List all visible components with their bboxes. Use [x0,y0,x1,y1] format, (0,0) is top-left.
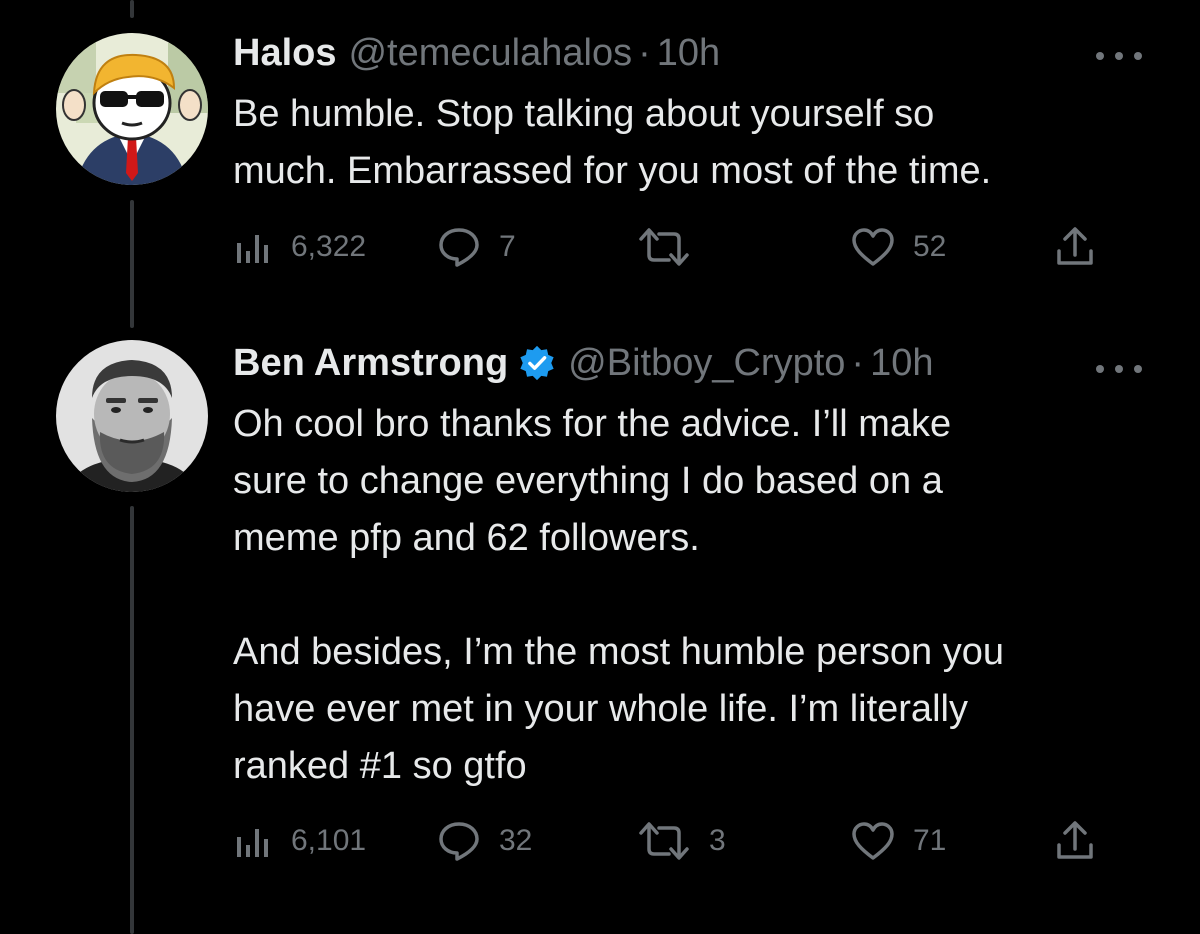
share-button[interactable] [1055,816,1095,866]
timestamp[interactable]: 10h [870,340,933,386]
display-name[interactable]: Ben Armstrong [233,340,508,386]
tweet-actions: 6,101 32 3 71 [233,816,1113,866]
user-handle[interactable]: @temeculahalos [348,30,632,76]
timestamp[interactable]: 10h [657,30,720,76]
reply-bubble-icon [439,822,479,861]
share-upload-icon [1057,821,1093,859]
tweet-actions: 6,322 7 52 [233,222,1113,272]
reply-count: 7 [499,230,516,263]
views-count: 6,101 [291,824,367,857]
tweet-text: Be humble. Stop talking about yourself s… [233,93,992,192]
tweet-halos[interactable]: Halos @temeculahalos · 10h Be humble. St… [0,0,1200,300]
tweet-ben-armstrong[interactable]: Ben Armstrong @Bitboy_Crypto · 10h Oh co… [0,310,1200,934]
views-button[interactable]: 6,101 [233,816,366,866]
views-chart-icon [237,235,268,263]
tweet-text: Oh cool bro thanks for the advice. I’ll … [233,403,1004,787]
views-count: 6,322 [291,230,367,263]
tweet-header: Halos @temeculahalos · 10h [233,30,720,76]
retweet-button[interactable] [637,222,709,272]
reply-button[interactable]: 7 [437,222,516,272]
like-count: 52 [913,230,947,263]
like-count: 71 [913,824,947,857]
heart-icon [852,822,894,860]
share-button[interactable] [1055,222,1095,272]
retweet-arrows-icon [639,822,689,860]
retweet-arrows-icon [639,228,689,266]
like-button[interactable]: 71 [851,816,946,866]
like-button[interactable]: 52 [851,222,946,272]
retweet-count: 3 [709,824,726,857]
avatar-ben-armstrong[interactable] [56,340,208,492]
reply-count: 32 [499,824,533,857]
user-handle[interactable]: @Bitboy_Crypto [568,340,845,386]
retweet-button[interactable]: 3 [637,816,726,866]
reply-button[interactable]: 32 [437,816,532,866]
separator-dot: · [638,32,651,74]
more-options-icon[interactable] [1096,49,1142,63]
share-upload-icon [1057,227,1093,265]
verified-badge-icon[interactable] [518,344,556,382]
avatar-halos[interactable] [56,33,208,185]
more-options-icon[interactable] [1096,362,1142,376]
separator-dot: · [851,342,865,384]
views-chart-icon [237,829,268,857]
reply-bubble-icon [439,228,479,267]
bearded-man-portrait-avatar-icon [56,340,208,492]
tweet-header: Ben Armstrong @Bitboy_Crypto · 10h [233,340,933,386]
heart-icon [852,228,894,266]
cartoon-man-sunglasses-suit-avatar-icon [56,33,208,185]
display-name[interactable]: Halos [233,30,336,76]
views-button[interactable]: 6,322 [233,222,366,272]
